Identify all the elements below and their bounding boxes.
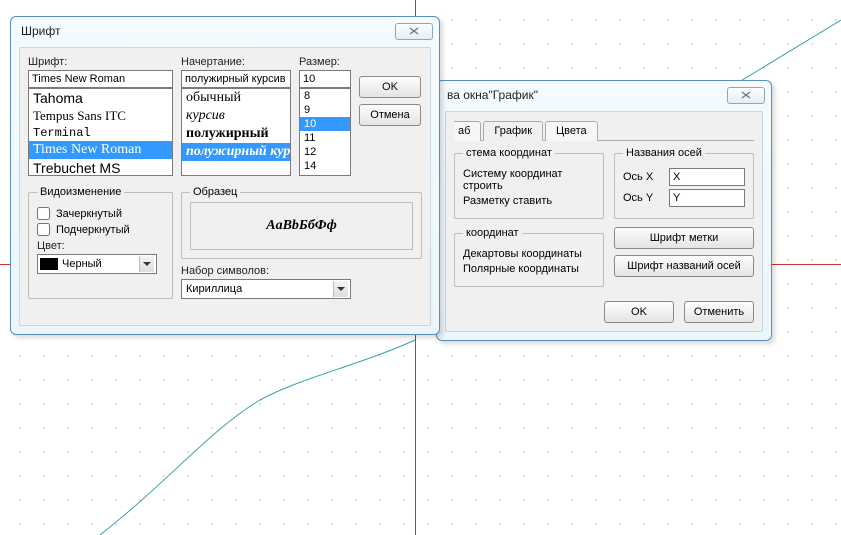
tab-colors[interactable]: Цвета xyxy=(545,121,598,141)
sample-group: Образец AaBbБбФф xyxy=(181,186,422,259)
list-item[interactable]: курсив xyxy=(182,107,290,125)
list-item[interactable]: Tahoma xyxy=(29,89,172,107)
axis-x-label: Ось X xyxy=(623,171,663,183)
tab-scale[interactable]: аб xyxy=(454,121,481,141)
size-listbox[interactable]: 8 9 10 11 12 14 16 xyxy=(299,88,351,176)
font-style-input[interactable] xyxy=(181,70,291,88)
graph-ok-button[interactable]: OK xyxy=(604,301,674,323)
list-item[interactable]: 12 xyxy=(300,145,350,159)
font-name-input[interactable] xyxy=(28,70,173,88)
sample-legend: Образец xyxy=(190,186,240,198)
list-item[interactable]: полужирный xyxy=(182,125,290,143)
build-system-label: Систему координат строить xyxy=(463,168,595,192)
list-item[interactable]: Terminal xyxy=(29,125,172,141)
list-item[interactable]: 8 xyxy=(300,89,350,103)
chevron-down-icon xyxy=(139,256,154,272)
color-label: Цвет: xyxy=(37,240,164,252)
axis-y-label: Ось Y xyxy=(623,192,663,204)
font-ok-button[interactable]: OK xyxy=(359,76,421,98)
axis-font-button[interactable]: Шрифт названий осей xyxy=(614,255,754,277)
font-label: Шрифт: xyxy=(28,56,173,68)
label-font-button[interactable]: Шрифт метки xyxy=(614,227,754,249)
style-label: Начертание: xyxy=(181,56,291,68)
graph-dialog[interactable]: ва окна"График" аб График Цвета стема ко… xyxy=(436,80,772,341)
effects-legend: Видоизменение xyxy=(37,186,124,198)
font-dialog-body: Шрифт: Tahoma Tempus Sans ITC Terminal T… xyxy=(19,47,431,326)
coord-system-legend: стема координат xyxy=(463,147,555,159)
strikeout-label: Зачеркнутый xyxy=(56,208,122,220)
list-item[interactable]: Trebuchet MS xyxy=(29,159,172,176)
list-item[interactable]: полужирный курсив xyxy=(182,143,290,161)
graph-dialog-title: ва окна"График" xyxy=(447,88,727,102)
list-item[interactable]: 14 xyxy=(300,159,350,173)
script-combo[interactable]: Кириллица xyxy=(181,279,351,299)
style-listbox[interactable]: обычный курсив полужирный полужирный кур… xyxy=(181,88,291,176)
tab-graph[interactable]: График xyxy=(483,121,543,141)
graph-dialog-titlebar[interactable]: ва окна"График" xyxy=(437,81,771,109)
close-icon[interactable] xyxy=(395,23,433,40)
graph-dialog-body: аб График Цвета стема координат Систему … xyxy=(445,111,763,332)
close-icon[interactable] xyxy=(727,87,765,104)
font-dialog-titlebar[interactable]: Шрифт xyxy=(11,17,439,45)
coord-system-group: стема координат Систему координат строит… xyxy=(454,147,604,219)
effects-group: Видоизменение Зачеркнутый Подчеркнутый Ц… xyxy=(28,186,173,299)
color-value: Черный xyxy=(62,258,135,270)
axis-y-input[interactable] xyxy=(669,189,745,207)
coord-type-group: координат Декартовы координаты Полярные … xyxy=(454,227,604,287)
axis-x-input[interactable] xyxy=(669,168,745,186)
font-dialog[interactable]: Шрифт Шрифт: Tahoma Tempus Sans ITC Term… xyxy=(10,16,440,335)
script-label: Набор символов: xyxy=(181,265,422,277)
list-item[interactable]: 11 xyxy=(300,131,350,145)
color-combo[interactable]: Черный xyxy=(37,254,157,274)
underline-checkbox[interactable] xyxy=(37,223,50,236)
sample-text: AaBbБбФф xyxy=(190,202,413,250)
axis-names-legend: Названия осей xyxy=(623,147,705,159)
font-cancel-button[interactable]: Отмена xyxy=(359,104,421,126)
list-item[interactable]: Times New Roman xyxy=(29,141,172,159)
graph-cancel-button[interactable]: Отменить xyxy=(684,301,754,323)
font-size-input[interactable] xyxy=(299,70,351,88)
tabstrip: аб График Цвета xyxy=(454,120,754,141)
font-dialog-title: Шрифт xyxy=(21,24,395,38)
axis-names-group: Названия осей Ось X Ось Y xyxy=(614,147,754,219)
size-label: Размер: xyxy=(299,56,351,68)
list-item[interactable]: 10 xyxy=(300,117,350,131)
cartesian-label: Декартовы координаты xyxy=(463,248,582,260)
list-item[interactable]: 16 xyxy=(300,173,350,176)
list-item[interactable]: обычный xyxy=(182,89,290,107)
polar-label: Полярные координаты xyxy=(463,263,579,275)
script-value: Кириллица xyxy=(184,283,329,295)
color-swatch-icon xyxy=(40,258,58,270)
font-listbox[interactable]: Tahoma Tempus Sans ITC Terminal Times Ne… xyxy=(28,88,173,176)
underline-label: Подчеркнутый xyxy=(56,224,130,236)
list-item[interactable]: Tempus Sans ITC xyxy=(29,107,172,125)
coord-type-legend: координат xyxy=(463,227,522,239)
chevron-down-icon xyxy=(333,281,348,297)
strikeout-checkbox[interactable] xyxy=(37,207,50,220)
list-item[interactable]: 9 xyxy=(300,103,350,117)
put-grid-label: Разметку ставить xyxy=(463,195,552,207)
